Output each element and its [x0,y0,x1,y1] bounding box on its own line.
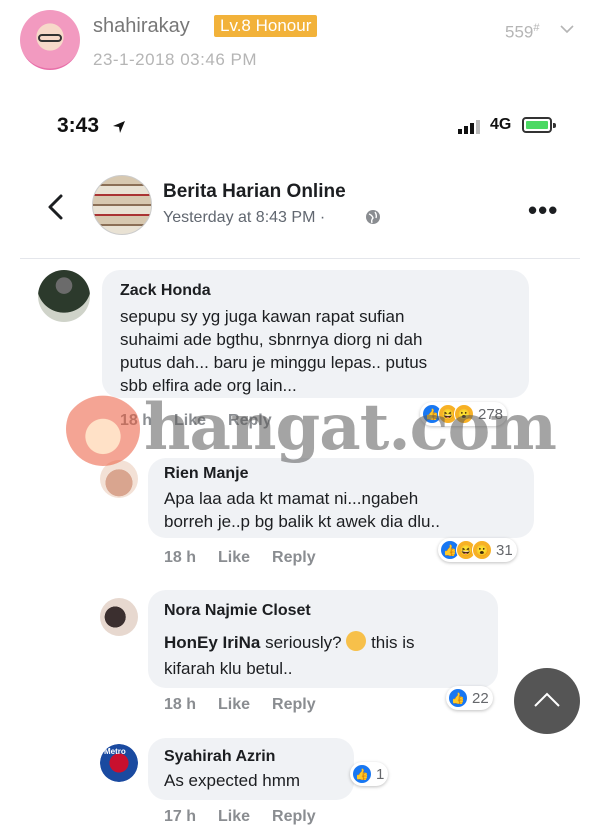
comment-time: 18 h [120,412,153,429]
reaction-summary[interactable]: 👍 😆 😮 278 [420,402,508,426]
comment-actions: 17 h Like Reply [164,808,338,826]
scroll-to-top-button[interactable] [514,668,580,734]
avatar-label: Metro [104,747,126,756]
commenter-name[interactable]: Zack Honda [120,282,211,300]
surprised-emoji-icon [346,631,367,651]
like-button[interactable]: Like [218,549,250,566]
reaction-count: 1 [376,765,385,783]
floor-number: 559# [505,22,540,42]
reaction-count: 22 [472,689,489,707]
avatar-rien-manje[interactable] [100,460,138,498]
level-badge: Lv.8 Honour [214,15,318,37]
post-timestamp: 23-1-2018 03:46 PM [93,50,257,69]
wow-reaction-icon: 😮 [454,404,474,424]
post-time[interactable]: Yesterday at 8:43 PM · [163,209,325,227]
reply-button[interactable]: Reply [272,808,316,825]
page-avatar[interactable] [92,175,152,235]
poster-avatar[interactable] [20,10,80,70]
reply-button[interactable]: Reply [228,412,272,429]
tagged-user[interactable]: HonEy IriNa [164,633,260,652]
reply-button[interactable]: Reply [272,549,316,566]
comment-text-line: As expected hmm [164,771,301,790]
comment-text-line: sbb elfira ade org lain... [120,376,297,395]
avatar-zack-honda[interactable] [38,270,90,322]
comment-actions: 18 h Like Reply [120,412,294,430]
reaction-summary[interactable]: 👍 😆 😮 31 [438,538,517,562]
commenter-name[interactable]: Nora Najmie Closet [164,602,311,620]
comment-text-line: sepupu sy yg juga kawan rapat sufian [120,307,405,326]
comment-text-line: HonEy IriNa seriously? this is [164,631,415,652]
avatar-syahirah-azrin[interactable]: Metro [100,744,138,782]
reply-button[interactable]: Reply [272,696,316,713]
like-button[interactable]: Like [218,696,250,713]
more-dots-icon[interactable]: ••• [528,195,558,226]
location-arrow-icon [113,121,125,133]
battery-icon [522,117,556,133]
wow-reaction-icon: 😮 [472,540,492,560]
comment-time: 18 h [164,696,197,713]
like-reaction-icon: 👍 [448,688,468,708]
comment-actions: 18 h Like Reply [164,549,338,567]
reaction-summary[interactable]: 👍 22 [446,686,493,710]
forum-post-header: shahirakay Lv.8 Honour 23-1-2018 03:46 P… [0,0,600,90]
poster-username[interactable]: shahirakay [93,15,190,38]
comment-time: 18 h [164,549,197,566]
reaction-summary[interactable]: 👍 1 [350,762,389,786]
chevron-down-icon[interactable] [560,22,574,36]
globe-icon [366,210,380,224]
signal-icon [458,120,480,134]
phone-status-bar: 3:43 4G [0,110,600,146]
comment-text-line: suhaimi ade bgthu, sbnrnya diorg ni dah [120,330,423,349]
divider [20,258,580,259]
like-reaction-icon: 👍 [352,764,372,784]
chevron-up-icon [534,692,560,707]
commenter-name[interactable]: Syahirah Azrin [164,748,275,766]
comment-time: 17 h [164,808,197,825]
fb-post-header: Berita Harian Online Yesterday at 8:43 P… [0,165,600,255]
page-name[interactable]: Berita Harian Online [163,181,346,203]
like-button[interactable]: Like [174,412,206,429]
status-time: 3:43 [57,114,100,137]
back-arrow-icon[interactable] [44,193,68,221]
network-type: 4G [490,116,512,133]
reaction-count: 31 [496,541,513,559]
commenter-name[interactable]: Rien Manje [164,465,248,483]
reaction-count: 278 [478,405,504,423]
comment-text-line: putus dah... baru je minggu lepas.. putu… [120,353,428,372]
comment-text-line: borreh je..p bg balik kt awek dia dlu.. [164,512,440,531]
like-button[interactable]: Like [218,808,250,825]
comment-text-line: kifarah klu betul.. [164,659,293,678]
comment-actions: 18 h Like Reply [164,696,338,714]
comment-text-line: Apa laa ada kt mamat ni...ngabeh [164,489,419,508]
avatar-nora-najmie-closet[interactable] [100,598,138,636]
